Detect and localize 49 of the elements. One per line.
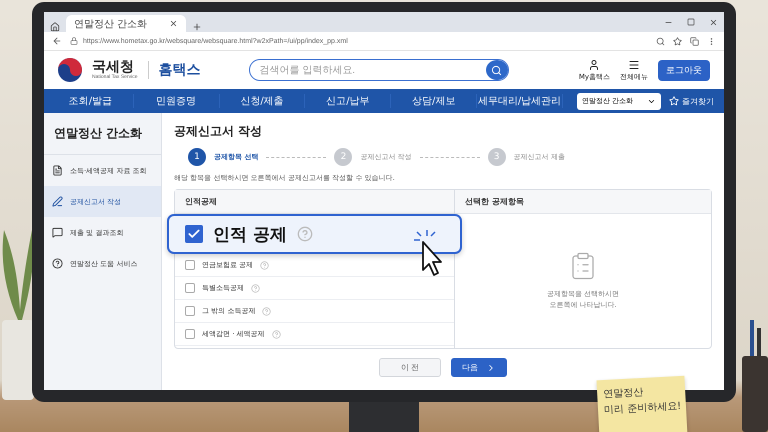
- logo-name: 국세청: [92, 60, 134, 74]
- user-icon: [588, 58, 600, 70]
- search-icon: [491, 64, 502, 76]
- lock-icon: [70, 37, 78, 45]
- nav-item[interactable]: 상담/제보: [391, 94, 478, 108]
- close-icon[interactable]: [709, 18, 718, 26]
- star-icon: [668, 96, 679, 106]
- nav-item[interactable]: 조회/발급: [48, 94, 134, 108]
- menu-icon: [628, 58, 640, 70]
- panel-heading: 선택한 공제항목: [455, 190, 711, 214]
- star-icon[interactable]: [673, 36, 682, 46]
- document-icon: [52, 165, 63, 176]
- close-icon[interactable]: [169, 19, 178, 28]
- logo-icon: [58, 58, 82, 82]
- chat-icon: [52, 227, 63, 238]
- back-icon[interactable]: [52, 36, 62, 46]
- logout-button[interactable]: 로그아웃: [658, 60, 710, 80]
- previous-button[interactable]: 이 전: [379, 358, 441, 377]
- checkbox[interactable]: [185, 260, 195, 270]
- nav-item[interactable]: 신고/납부: [305, 94, 392, 108]
- checkbox[interactable]: [185, 329, 195, 339]
- browser-tab[interactable]: 연말정산 간소화: [66, 15, 186, 32]
- sidebar-title: 연말정산 간소화: [44, 113, 161, 155]
- pen-icon: [52, 196, 63, 207]
- checkbox[interactable]: [185, 306, 195, 316]
- maximize-icon[interactable]: [687, 18, 695, 26]
- note-text: 연말정산: [602, 386, 644, 401]
- favorites-link[interactable]: 즐겨찾기: [668, 96, 714, 106]
- panel-heading: 인적공제: [175, 190, 454, 214]
- note-text: 미리 준비하세요!: [604, 400, 680, 417]
- step-number: 1: [188, 148, 206, 166]
- nav-item[interactable]: 신청/제출: [220, 94, 306, 108]
- step-number: 3: [488, 148, 506, 166]
- deduction-option[interactable]: 인적 공제: [167, 214, 462, 254]
- checkbox[interactable]: [185, 225, 203, 243]
- nav-item[interactable]: 민원증명: [134, 94, 220, 108]
- search-field[interactable]: 검색어를 입력하세요.: [248, 59, 508, 81]
- new-tab-icon[interactable]: [192, 22, 202, 32]
- nav-item[interactable]: 세무대리/납세관리: [477, 94, 563, 108]
- home-icon[interactable]: [50, 22, 60, 32]
- search-icon[interactable]: [656, 36, 665, 46]
- page-title: 공제신고서 작성: [174, 123, 264, 140]
- service-name[interactable]: 홈택스: [148, 61, 200, 79]
- next-button[interactable]: 다음: [451, 358, 507, 377]
- mouse-cursor-icon: [413, 230, 443, 278]
- step-number: 2: [334, 148, 352, 166]
- checkbox[interactable]: [185, 283, 195, 293]
- check-icon: [187, 227, 201, 241]
- help-icon: [52, 258, 63, 269]
